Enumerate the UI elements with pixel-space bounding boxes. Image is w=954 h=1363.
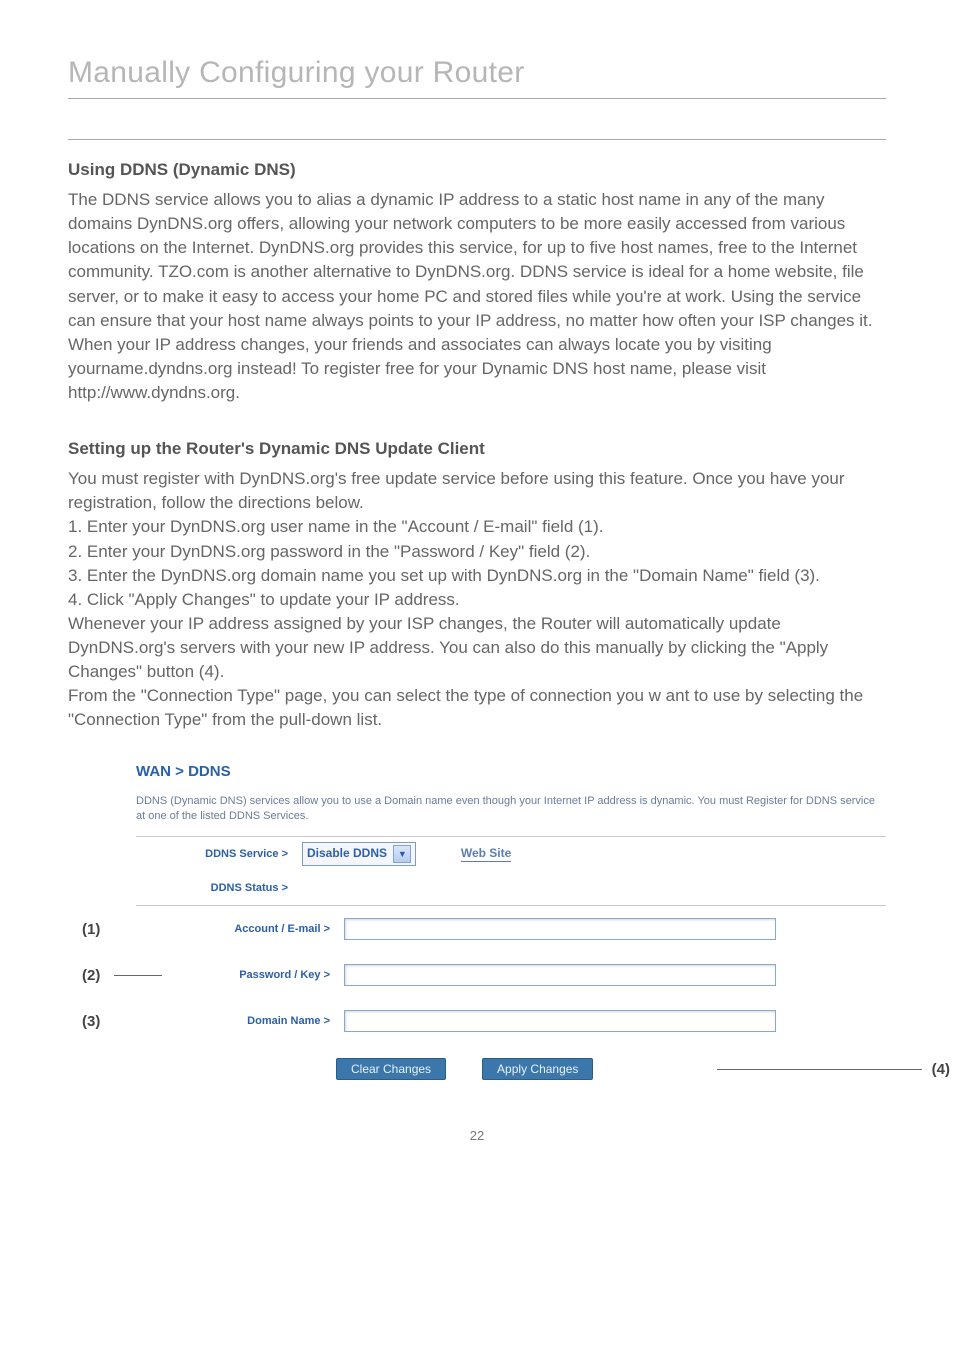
- domain-name-label: Domain Name >: [178, 1015, 344, 1027]
- account-email-label: Account / E-mail >: [178, 923, 344, 935]
- chevron-down-icon: ▼: [393, 845, 411, 863]
- account-email-input[interactable]: [344, 918, 776, 940]
- ddns-status-label: DDNS Status >: [136, 882, 302, 894]
- section-body-setup: You must register with DynDNS.org's free…: [68, 467, 886, 732]
- ddns-service-label: DDNS Service >: [136, 848, 302, 860]
- horizontal-rule: [68, 139, 886, 140]
- domain-name-input[interactable]: [344, 1010, 776, 1032]
- ddns-service-value: Disable DDNS: [307, 846, 387, 860]
- page-number: 22: [68, 1128, 886, 1143]
- callout-2: (2): [82, 967, 100, 984]
- ddns-description: DDNS (Dynamic DNS) services allow you to…: [136, 794, 886, 838]
- web-site-link[interactable]: Web Site: [461, 846, 511, 862]
- callout-3: (3): [82, 1013, 100, 1030]
- clear-changes-button[interactable]: Clear Changes: [336, 1058, 446, 1080]
- apply-changes-button[interactable]: Apply Changes: [482, 1058, 593, 1080]
- callout-1: (1): [82, 921, 100, 938]
- password-key-input[interactable]: [344, 964, 776, 986]
- ddns-title: WAN > DDNS: [136, 763, 886, 780]
- section-body-ddns: The DDNS service allows you to alias a d…: [68, 188, 886, 405]
- section-heading-ddns: Using DDNS (Dynamic DNS): [68, 160, 886, 180]
- page-title: Manually Configuring your Router: [68, 56, 886, 99]
- section-heading-setup: Setting up the Router's Dynamic DNS Upda…: [68, 439, 886, 459]
- ddns-panel: WAN > DDNS DDNS (Dynamic DNS) services a…: [136, 763, 886, 1081]
- ddns-service-select[interactable]: Disable DDNS ▼: [302, 842, 416, 866]
- password-key-label: Password / Key >: [178, 969, 344, 981]
- callout-4: (4): [932, 1061, 950, 1078]
- callout-line-3: [114, 975, 162, 976]
